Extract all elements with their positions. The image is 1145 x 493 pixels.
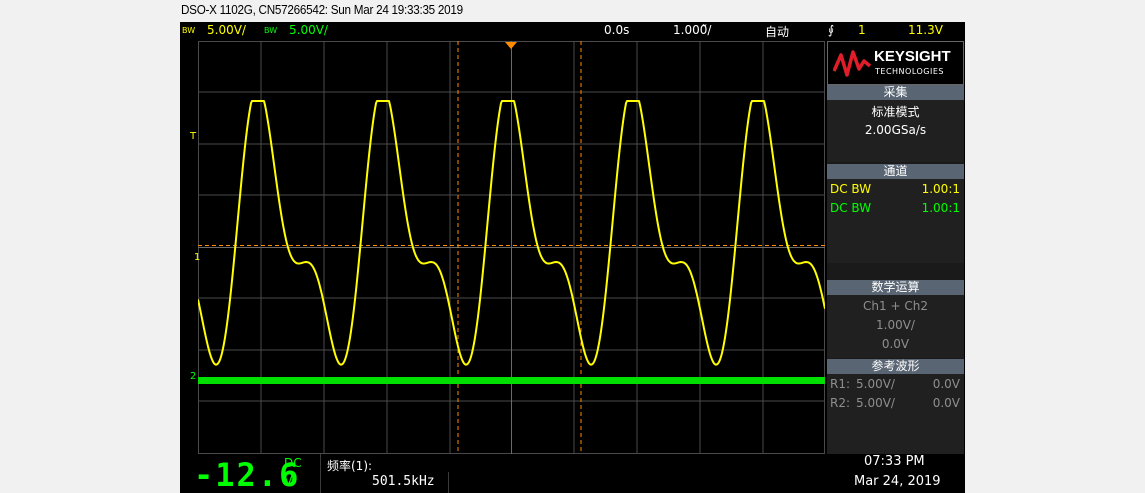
r1-offset: 0.0V (932, 377, 960, 391)
waveform-grid[interactable]: T 1 2 (190, 41, 825, 454)
keysight-logo: KEYSIGHT TECHNOLOGIES (827, 41, 964, 85)
r2-scale: 5.00V/ (856, 396, 895, 410)
ch2-bw-badge: BW (264, 26, 278, 35)
divider (448, 472, 449, 493)
trigger-level-marker[interactable]: T (190, 131, 196, 142)
status-bar: BW 5.00V/ BW 5.00V/ 0.0s 1.000̃/ 自动 ⨚ 1 … (180, 22, 943, 40)
acquisition-header: 采集 (827, 85, 964, 100)
trigger-mode[interactable]: 自动 (765, 23, 789, 40)
r2-label: R2: (830, 396, 851, 410)
trigger-level[interactable]: 11.3V (908, 23, 943, 37)
ch1-probe: 1.00:1 (921, 182, 960, 196)
reference-header: 参考波形 (827, 359, 964, 374)
math-expression: Ch1 + Ch2 (863, 299, 928, 313)
math-header: 数学运算 (827, 280, 964, 295)
rising-edge-icon: ⨚ (828, 23, 835, 37)
ch1-ground-marker[interactable]: 1 (194, 252, 200, 263)
window-title: DSO-X 1102G, CN57266542: Sun Mar 24 19:3… (181, 2, 463, 17)
frequency-label: 频率(1): (327, 459, 373, 473)
r1-label: R1: (830, 377, 851, 391)
divider (320, 454, 321, 493)
acquisition-section[interactable]: 采集 标准模式 2.00GSa/s (827, 85, 964, 162)
reference-section[interactable]: 参考波形 R1: 5.00V/ 0.0V R2: 5.00V/ 0.0V (827, 359, 964, 454)
scope-display: BW 5.00V/ BW 5.00V/ 0.0s 1.000̃/ 自动 ⨚ 1 … (180, 22, 965, 493)
ch1-bw-badge: BW (182, 26, 196, 35)
waveform-svg (198, 41, 825, 454)
dvm-mode: DC (284, 456, 302, 470)
clock-date: Mar 24, 2019 (854, 474, 941, 489)
math-scale: 1.00V/ (876, 318, 915, 332)
ch2-ground-marker[interactable]: 2 (190, 371, 196, 382)
r1-scale: 5.00V/ (856, 377, 895, 391)
math-section[interactable]: 数学运算 Ch1 + Ch2 1.00V/ 0.0V (827, 280, 964, 358)
bottom-bar: -12.6 DC V 频率(1): 501.5kHz 07:33 PM Mar … (180, 454, 965, 493)
clock-time: 07:33 PM (864, 454, 925, 469)
trigger-source[interactable]: 1 (858, 23, 866, 37)
ref-row-2[interactable]: R2: 5.00V/ 0.0V (827, 394, 964, 413)
channel-section[interactable]: 通道 DC BW 1.00:1 DC BW 1.00:1 (827, 164, 964, 263)
math-offset: 0.0V (881, 337, 910, 351)
frequency-value[interactable]: 501.5kHz (372, 474, 435, 489)
r2-offset: 0.0V (932, 396, 960, 410)
ch2-coupling: DC BW (830, 201, 872, 215)
ref-row-1[interactable]: R1: 5.00V/ 0.0V (827, 375, 964, 394)
sample-rate: 2.00GSa/s (864, 123, 927, 137)
timebase[interactable]: 1.000̃/ (673, 23, 711, 37)
time-delay[interactable]: 0.0s (604, 23, 629, 37)
brand-subtitle: TECHNOLOGIES (875, 67, 944, 76)
ch2-scale[interactable]: 5.00V/ (289, 23, 328, 37)
keysight-wave-icon (833, 50, 871, 77)
ch1-coupling: DC BW (830, 182, 872, 196)
acquisition-mode: 标准模式 (871, 105, 920, 119)
center-axes (198, 41, 825, 454)
brand-name: KEYSIGHT (874, 48, 951, 65)
channel-row-1[interactable]: DC BW 1.00:1 (827, 180, 964, 199)
channel-row-2[interactable]: DC BW 1.00:1 (827, 199, 964, 218)
right-panel: KEYSIGHT TECHNOLOGIES 采集 标准模式 2.00GSa/s … (827, 41, 964, 455)
channel-header: 通道 (827, 164, 964, 179)
trigger-position-marker (505, 42, 517, 49)
ch1-scale[interactable]: 5.00V/ (207, 23, 246, 37)
dvm-unit: V (284, 474, 293, 489)
ch2-probe: 1.00:1 (921, 201, 960, 215)
ch2-trace (198, 377, 825, 384)
